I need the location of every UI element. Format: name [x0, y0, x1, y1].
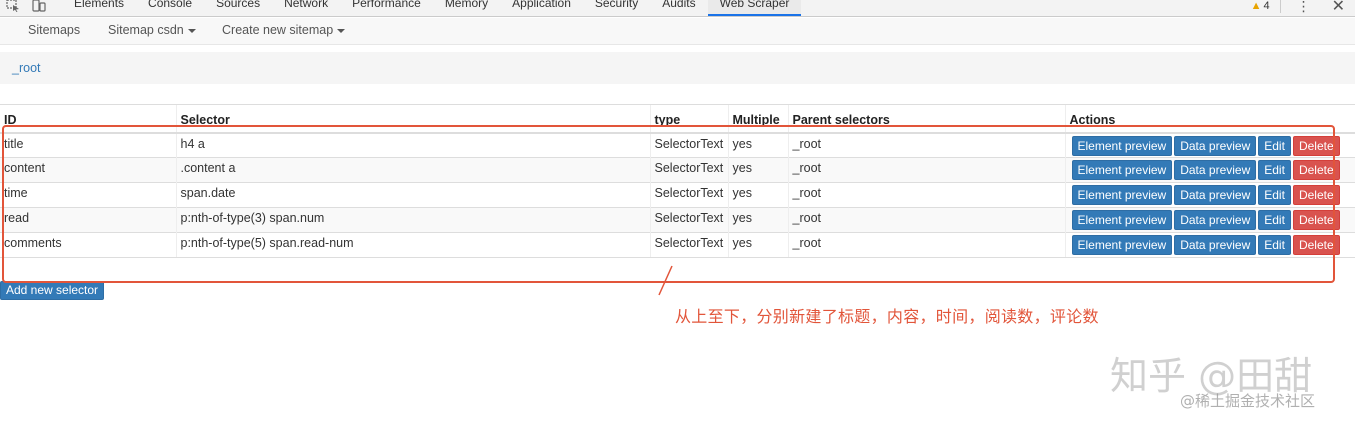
data-preview-button[interactable]: Data preview — [1174, 210, 1257, 230]
column-header-parent-selectors: Parent selectors — [787, 104, 1065, 134]
chevron-down-icon — [187, 28, 196, 33]
cell-actions: Element preview Data preview Edit Delete — [1064, 157, 1355, 183]
chevron-down-icon — [337, 28, 346, 33]
tab-elements[interactable]: Elements — [62, 0, 136, 16]
cell-id: content — [0, 157, 176, 183]
cell-selector: .content a — [175, 157, 650, 183]
cell-type: SelectorText — [649, 132, 728, 158]
cell-type: SelectorText — [649, 157, 728, 183]
table-header-row: ID Selector type Multiple Parent selecto… — [0, 104, 1355, 134]
warning-badge[interactable]: ▲ 4 — [1251, 0, 1270, 12]
delete-button[interactable]: Delete — [1292, 160, 1340, 180]
cell-id: title — [0, 132, 176, 158]
tab-console[interactable]: Console — [136, 0, 204, 16]
element-preview-button[interactable]: Element preview — [1071, 210, 1173, 230]
cell-type: SelectorText — [649, 182, 728, 208]
column-header-id: ID — [0, 104, 176, 134]
breadcrumb-root-link[interactable]: _root — [12, 61, 41, 75]
scraper-navbar: Sitemaps Sitemap csdn Create new sitemap — [0, 18, 1355, 45]
table-row: comments p:nth-of-type(5) span.read-num Se… — [0, 232, 1355, 258]
cell-parent: _root — [787, 182, 1065, 208]
data-preview-button[interactable]: Data preview — [1174, 185, 1257, 205]
cell-id: time — [0, 182, 176, 208]
data-preview-button[interactable]: Data preview — [1174, 135, 1257, 156]
devtools-right-controls: ▲ 4 ⋮ ✕ — [1251, 0, 1355, 16]
cell-actions: Element preview Data preview Edit Delete — [1064, 132, 1355, 158]
cell-selector: span.date — [175, 182, 650, 208]
tab-memory[interactable]: Memory — [433, 0, 500, 16]
column-header-actions: Actions — [1064, 104, 1355, 134]
data-preview-button[interactable]: Data preview — [1174, 235, 1257, 255]
cell-parent: _root — [787, 232, 1065, 258]
warning-icon: ▲ — [1250, 0, 1262, 12]
cell-actions: Element preview Data preview Edit Delete — [1064, 232, 1355, 258]
edit-button[interactable]: Edit — [1258, 160, 1291, 180]
tab-audits[interactable]: Audits — [650, 0, 707, 16]
cell-actions: Element preview Data preview Edit Delete — [1064, 207, 1355, 233]
tab-network[interactable]: Network — [272, 0, 340, 16]
annotation-text: 从上至下，分别新建了标题，内容，时间，阅读数，评论数 — [675, 307, 1099, 326]
tab-performance[interactable]: Performance — [340, 0, 433, 16]
cell-id: comments — [0, 232, 176, 258]
cell-parent: _root — [787, 207, 1065, 233]
table-row: read p:nth-of-type(3) span.num SelectorTex… — [0, 207, 1355, 233]
cell-multiple: yes — [727, 182, 788, 208]
cell-multiple: yes — [727, 157, 788, 183]
toolbar-divider — [1279, 0, 1281, 13]
table-row: title h4 a SelectorText yes _root Element pre… — [0, 132, 1355, 158]
inspect-icon[interactable] — [6, 0, 20, 12]
juejin-watermark: @稀土掘金技术社区 — [1180, 392, 1316, 410]
cell-selector: h4 a — [175, 132, 650, 158]
cell-parent: _root — [787, 132, 1065, 158]
data-preview-button[interactable]: Data preview — [1174, 160, 1257, 180]
edit-button[interactable]: Edit — [1258, 185, 1291, 205]
cell-type: SelectorText — [649, 232, 728, 258]
device-toggle-icon[interactable] — [32, 0, 46, 12]
devtools-tab-bar: Elements Console Sources Network Performance… — [0, 0, 1355, 17]
nav-sitemap-dropdown[interactable]: Sitemap csdn — [108, 23, 196, 37]
element-preview-button[interactable]: Element preview — [1071, 235, 1173, 255]
column-header-type: type — [649, 104, 728, 134]
cell-selector: p:nth-of-type(5) span.read-num — [175, 232, 650, 258]
table-row: time span.date SelectorText yes _root Element… — [0, 182, 1355, 208]
delete-button[interactable]: Delete — [1292, 185, 1340, 205]
edit-button[interactable]: Edit — [1258, 135, 1291, 156]
tab-web-scraper[interactable]: Web Scraper — [707, 0, 802, 16]
delete-button[interactable]: Delete — [1292, 235, 1340, 255]
cell-actions: Element preview Data preview Edit Delete — [1064, 182, 1355, 208]
breadcrumb: _root — [0, 52, 1355, 84]
nav-sitemap-label: Sitemap csdn — [108, 23, 184, 37]
warning-count: 4 — [1263, 0, 1270, 12]
add-new-selector-button[interactable]: Add new selector — [0, 281, 105, 300]
tab-application[interactable]: Application — [500, 0, 583, 16]
tab-sources[interactable]: Sources — [204, 0, 272, 16]
devtools-tabs: Elements Console Sources Network Performance… — [62, 0, 802, 16]
tab-security[interactable]: Security — [583, 0, 650, 16]
cell-selector: p:nth-of-type(3) span.num — [175, 207, 650, 233]
edit-button[interactable]: Edit — [1258, 235, 1291, 255]
selectors-table: ID Selector type Multiple Parent selecto… — [0, 104, 1355, 258]
cell-multiple: yes — [727, 132, 788, 158]
kebab-menu-icon[interactable]: ⋮ — [1297, 0, 1311, 13]
edit-button[interactable]: Edit — [1258, 210, 1291, 230]
table-row: content .content a SelectorText yes _root Ele… — [0, 157, 1355, 183]
nav-sitemaps[interactable]: Sitemaps — [28, 23, 80, 37]
nav-create-sitemap-dropdown[interactable]: Create new sitemap — [222, 23, 346, 37]
cell-id: read — [0, 207, 176, 233]
cell-type: SelectorText — [649, 207, 728, 233]
close-icon[interactable]: ✕ — [1332, 0, 1345, 16]
element-preview-button[interactable]: Element preview — [1071, 185, 1173, 205]
element-preview-button[interactable]: Element preview — [1071, 160, 1173, 180]
cell-parent: _root — [787, 157, 1065, 183]
delete-button[interactable]: Delete — [1292, 210, 1340, 230]
nav-create-label: Create new sitemap — [222, 23, 334, 37]
column-header-multiple: Multiple — [727, 104, 788, 134]
delete-button[interactable]: Delete — [1292, 135, 1340, 156]
cell-multiple: yes — [727, 207, 788, 233]
element-preview-button[interactable]: Element preview — [1071, 135, 1173, 156]
cell-multiple: yes — [727, 232, 788, 258]
annotation-arrow — [658, 265, 673, 296]
column-header-selector: Selector — [175, 104, 650, 134]
